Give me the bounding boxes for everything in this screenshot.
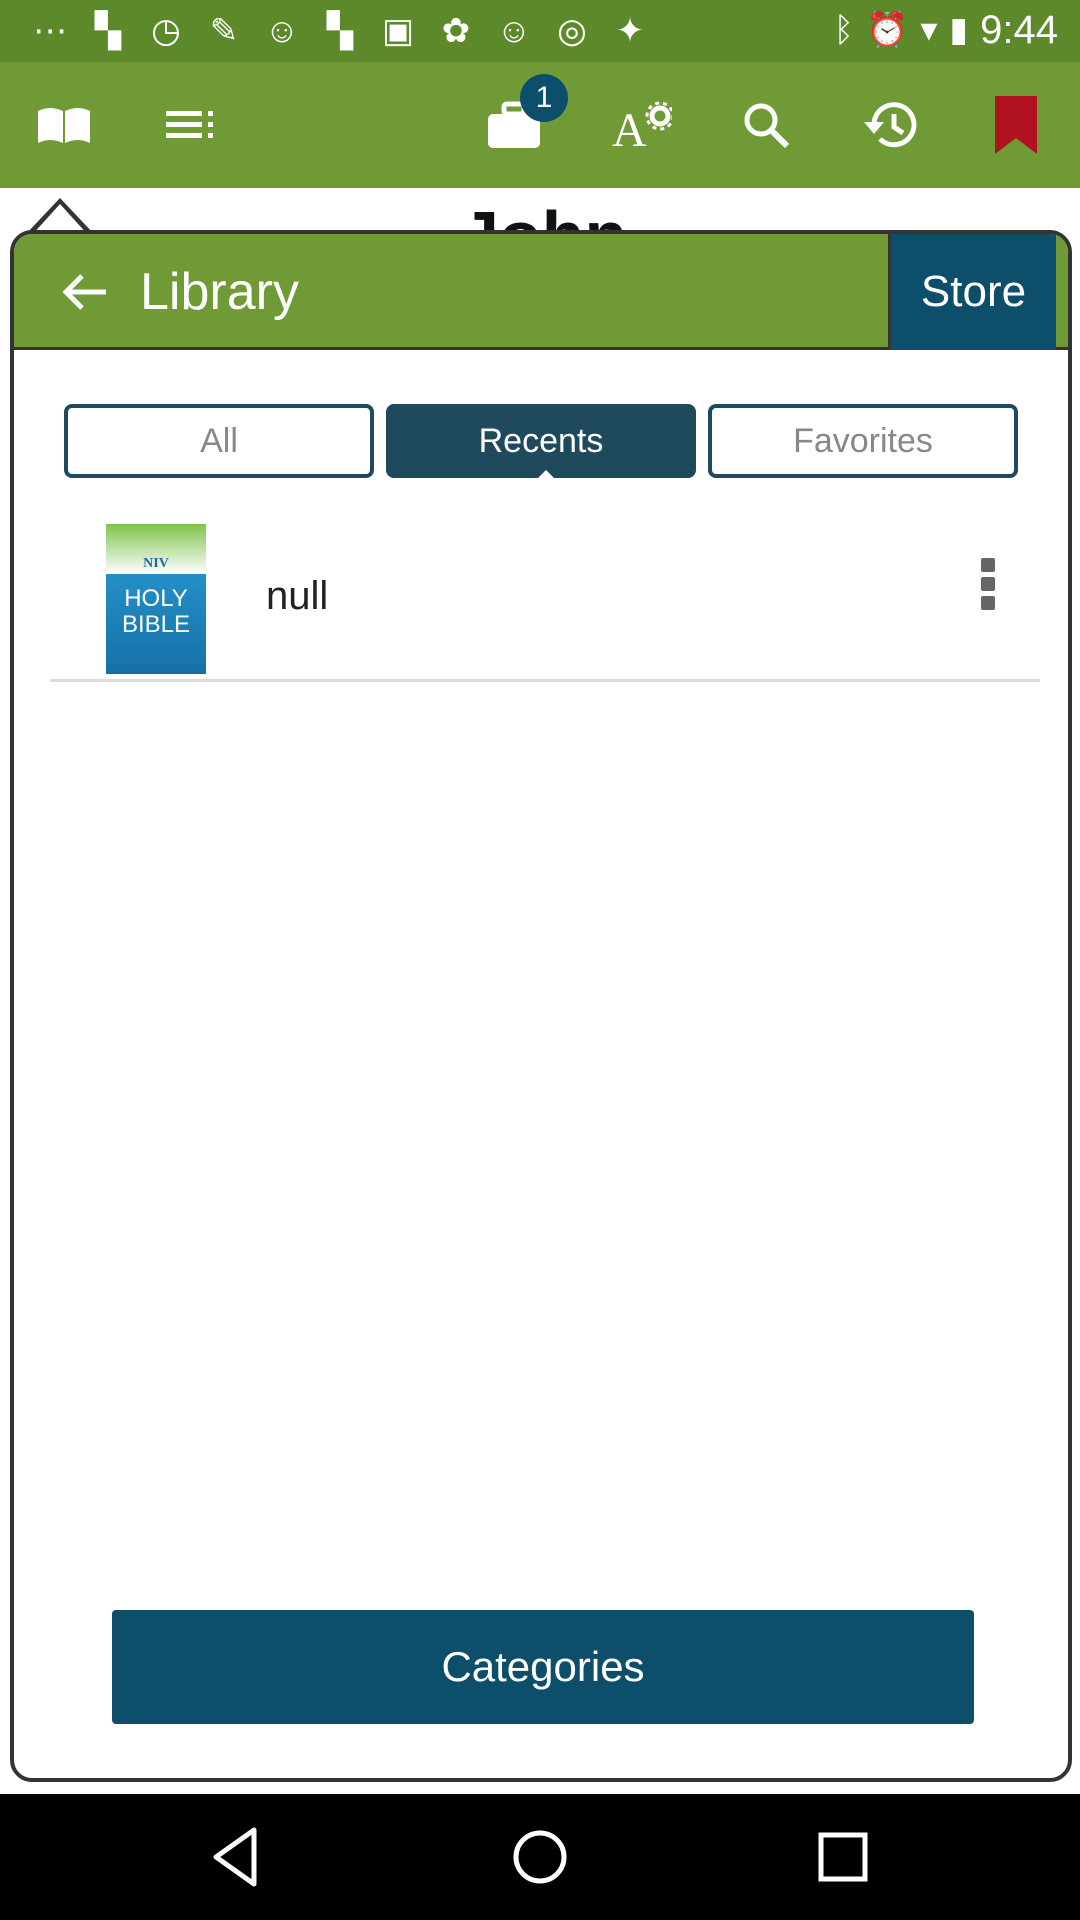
book-cover-image: NIV HOLY BIBLE <box>106 524 206 674</box>
wifi-icon: ▾ <box>920 11 938 49</box>
contents-menu-icon[interactable] <box>162 88 218 162</box>
status-time: 9:44 <box>980 8 1058 52</box>
svg-text:A: A <box>612 104 647 150</box>
cover-title: HOLY BIBLE <box>121 585 191 638</box>
search-icon[interactable] <box>738 88 794 162</box>
content-behind-strip <box>0 1782 1080 1794</box>
list-item[interactable]: NIV HOLY BIBLE null <box>50 514 1040 682</box>
timer-icon: ◷ <box>151 12 181 50</box>
back-arrow-icon <box>62 274 106 310</box>
wrench-icon: ✎ <box>209 12 239 50</box>
smiley-icon: ☺ <box>264 12 300 50</box>
tab-all[interactable]: All <box>64 404 374 478</box>
satellite-icon: ✦ <box>615 12 645 50</box>
categories-button[interactable]: Categories <box>112 1610 974 1724</box>
item-overflow-menu-icon[interactable] <box>976 558 1000 618</box>
library-popup: Library Store All Recents Favorites NIV … <box>10 230 1072 1782</box>
status-bar-system-icons: ᛒ ⏰ ▾ ▮ 9:44 <box>834 8 1058 52</box>
chinese-char-icon: ✿ <box>441 12 471 50</box>
nav-recents-icon[interactable] <box>810 1824 876 1890</box>
flipboard-icon: ▚ <box>94 12 122 50</box>
nav-home-icon[interactable] <box>507 1824 573 1890</box>
tab-favorites[interactable]: Favorites <box>708 404 1018 478</box>
bookmark-icon[interactable] <box>994 88 1038 162</box>
history-icon[interactable] <box>860 88 920 162</box>
library-header: Library Store <box>14 234 1068 350</box>
bluetooth-icon: ᛒ <box>833 11 854 49</box>
tab-recents[interactable]: Recents <box>386 404 696 478</box>
store-button[interactable]: Store <box>888 234 1056 350</box>
battery-icon: ▮ <box>949 11 969 49</box>
back-button[interactable] <box>54 264 114 320</box>
nav-back-icon[interactable] <box>206 1824 272 1890</box>
cover-brand: NIV <box>143 556 169 571</box>
active-tab-caret <box>534 470 558 482</box>
qq-icon: ▣ <box>381 12 415 50</box>
flipboard-icon: ▚ <box>326 12 354 50</box>
text-settings-icon[interactable]: A <box>608 88 674 162</box>
alarm-icon: ⏰ <box>866 11 909 49</box>
status-bar: ⋯ ▚ ◷ ✎ ☺ ▚ ▣ ✿ ☺ ◎ ✦ ᛒ ⏰ ▾ ▮ 9:44 <box>0 0 1080 62</box>
book-title: null <box>266 574 329 618</box>
navigation-bar <box>0 1794 1080 1920</box>
smiley-icon: ☺ <box>496 12 532 50</box>
book-icon[interactable] <box>34 88 94 162</box>
target-icon: ◎ <box>557 12 587 50</box>
chapter-title-behind: John <box>460 196 627 232</box>
status-bar-notification-icons: ⋯ ▚ ◷ ✎ ☺ ▚ ▣ ✿ ☺ ◎ ✦ <box>28 10 652 52</box>
library-title: Library <box>140 263 299 321</box>
briefcase-badge: 1 <box>520 74 568 122</box>
more-icon: ⋯ <box>33 12 67 50</box>
